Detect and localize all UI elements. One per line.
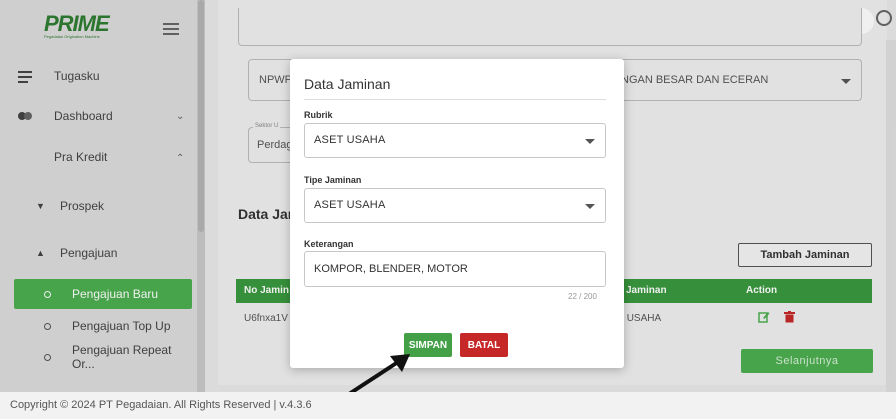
keterangan-input[interactable]: KOMPOR, BLENDER, MOTOR <box>304 251 606 287</box>
tipe-jaminan-select[interactable]: ASET USAHA <box>304 188 606 223</box>
divider <box>304 99 606 100</box>
rubrik-label: Rubrik <box>304 110 333 120</box>
data-jaminan-dialog: Data Jaminan Rubrik ASET USAHA Tipe Jami… <box>290 59 624 368</box>
keterangan-value: KOMPOR, BLENDER, MOTOR <box>314 263 468 275</box>
tipe-jaminan-value: ASET USAHA <box>314 199 386 211</box>
caret-down-icon <box>585 204 595 209</box>
modal-title: Data Jaminan <box>304 76 391 92</box>
footer: Copyright © 2024 PT Pegadaian. All Right… <box>0 392 896 419</box>
rubrik-value: ASET USAHA <box>314 134 386 146</box>
cancel-button[interactable]: BATAL <box>460 333 508 357</box>
tipe-jaminan-label: Tipe Jaminan <box>304 175 362 185</box>
rubrik-select[interactable]: ASET USAHA <box>304 123 606 158</box>
keterangan-label: Keterangan <box>304 239 354 249</box>
caret-down-icon <box>585 139 595 144</box>
char-counter: 22 / 200 <box>568 292 597 301</box>
